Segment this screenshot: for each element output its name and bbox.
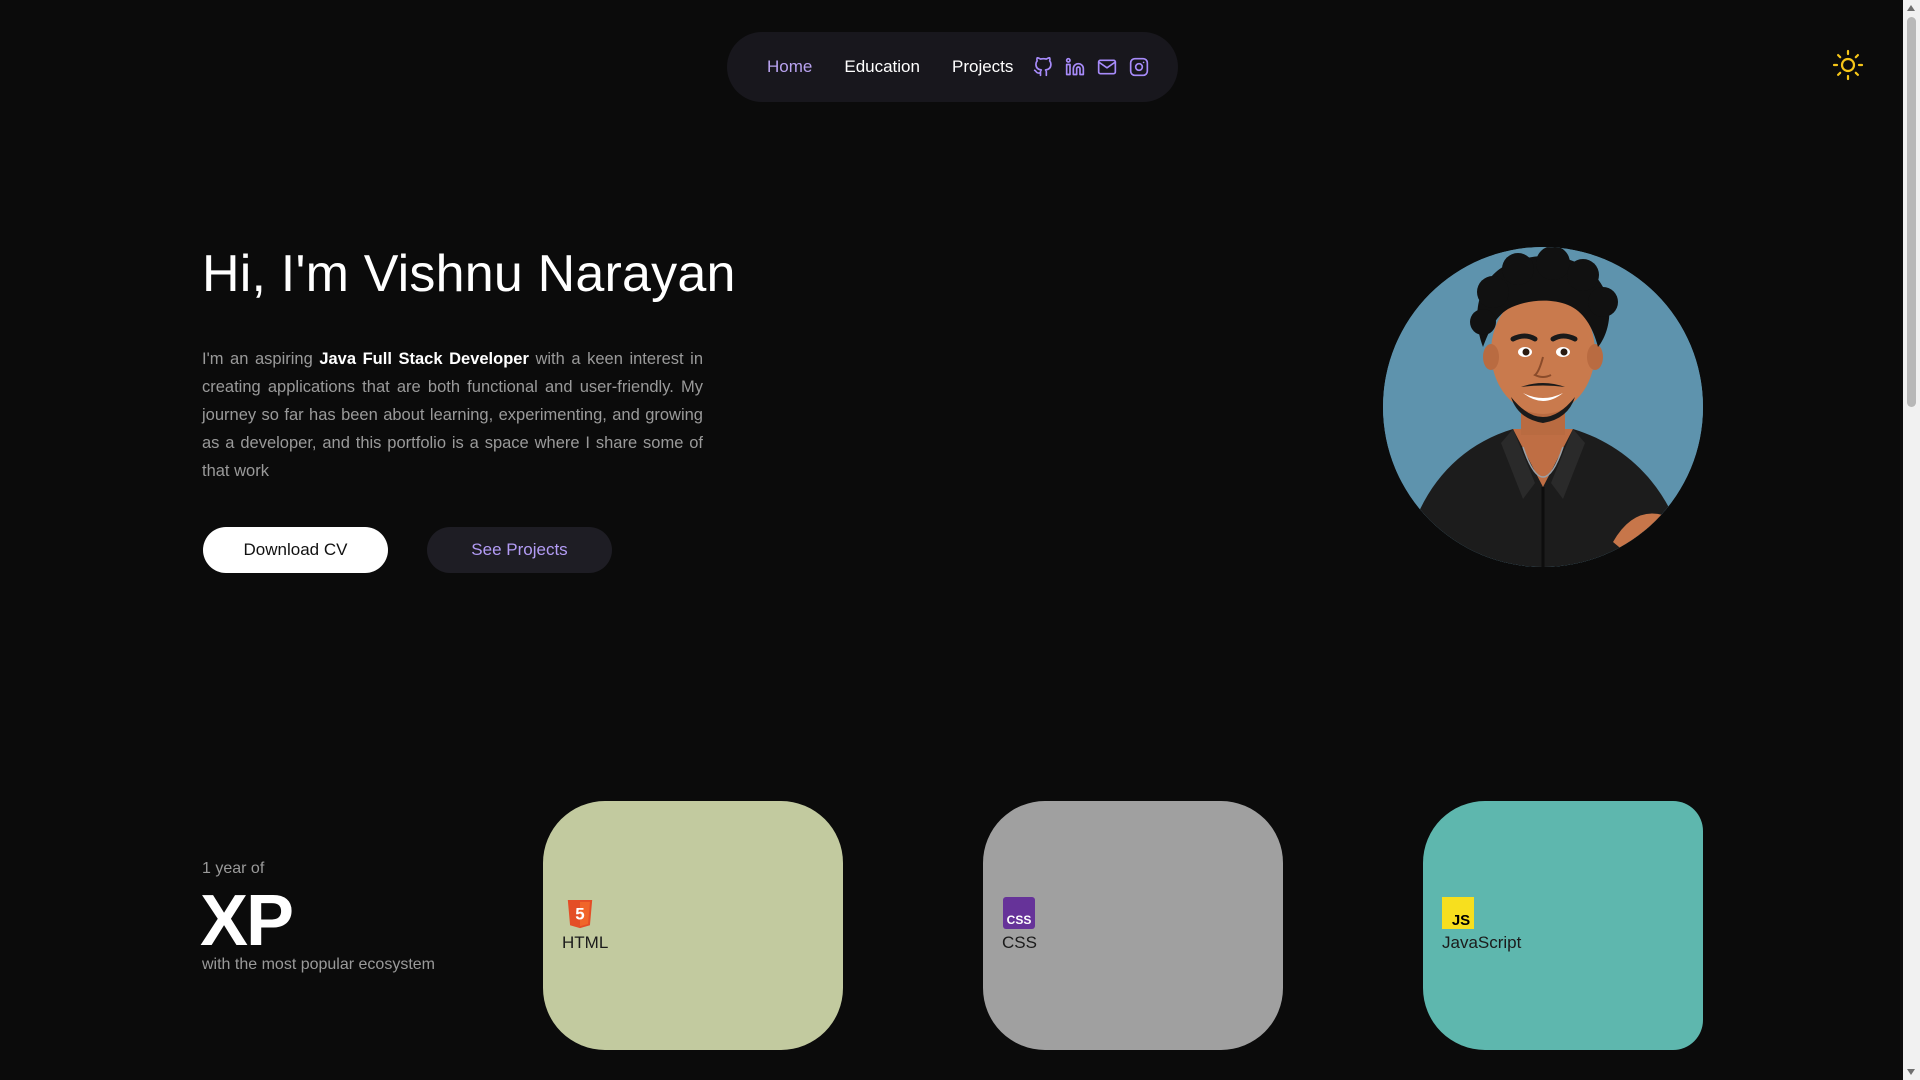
skill-label: HTML <box>562 933 609 952</box>
hero-desc-pre: I'm an aspiring <box>202 350 320 368</box>
see-projects-button[interactable]: See Projects <box>427 527 612 573</box>
instagram-icon[interactable] <box>1129 57 1149 77</box>
html5-icon: 5 <box>565 899 595 929</box>
skill-label: JavaScript <box>1442 933 1522 952</box>
xp-heading: XP <box>200 881 294 961</box>
skill-card-javascript[interactable]: JS JavaScript <box>1423 801 1703 1050</box>
scroll-down-arrow[interactable] <box>1907 1069 1915 1075</box>
skill-card-html[interactable]: 5 HTML <box>543 801 843 1050</box>
navbar: Home Education Projects <box>727 32 1178 102</box>
avatar <box>1383 247 1703 567</box>
scrollbar[interactable] <box>1903 0 1920 1080</box>
mail-icon[interactable] <box>1097 57 1117 77</box>
nav-projects[interactable]: Projects <box>952 57 1013 77</box>
scroll-up-arrow[interactable] <box>1907 5 1915 11</box>
xp-subtitle: with the most popular ecosystem <box>202 956 435 973</box>
svg-text:JS: JS <box>1452 912 1470 929</box>
scrollbar-thumb[interactable] <box>1907 17 1916 407</box>
svg-text:CSS: CSS <box>1007 913 1032 927</box>
page: Home Education Projects Hi, I'm Vishnu N… <box>0 0 1920 1080</box>
hero-title: Hi, I'm Vishnu Narayan <box>202 245 736 303</box>
xp-caption: 1 year of <box>202 860 265 877</box>
download-cv-button[interactable]: Download CV <box>203 527 388 573</box>
social-icons <box>1033 57 1149 77</box>
hero-desc-role: Java Full Stack Developer <box>319 350 529 368</box>
sun-icon[interactable] <box>1832 49 1864 81</box>
skill-card-css[interactable]: CSS CSS <box>983 801 1283 1050</box>
javascript-icon: JS <box>1442 897 1474 929</box>
github-icon[interactable] <box>1033 57 1053 77</box>
linkedin-icon[interactable] <box>1065 57 1085 77</box>
nav-education[interactable]: Education <box>844 57 920 77</box>
hero-description: I'm an aspiring Java Full Stack Develope… <box>202 345 703 485</box>
css-icon: CSS <box>1003 897 1035 929</box>
skill-label: CSS <box>1002 933 1037 952</box>
hero-desc-post: with a keen interest in creating applica… <box>202 350 703 480</box>
nav-home[interactable]: Home <box>767 57 812 77</box>
svg-text:5: 5 <box>575 905 584 924</box>
